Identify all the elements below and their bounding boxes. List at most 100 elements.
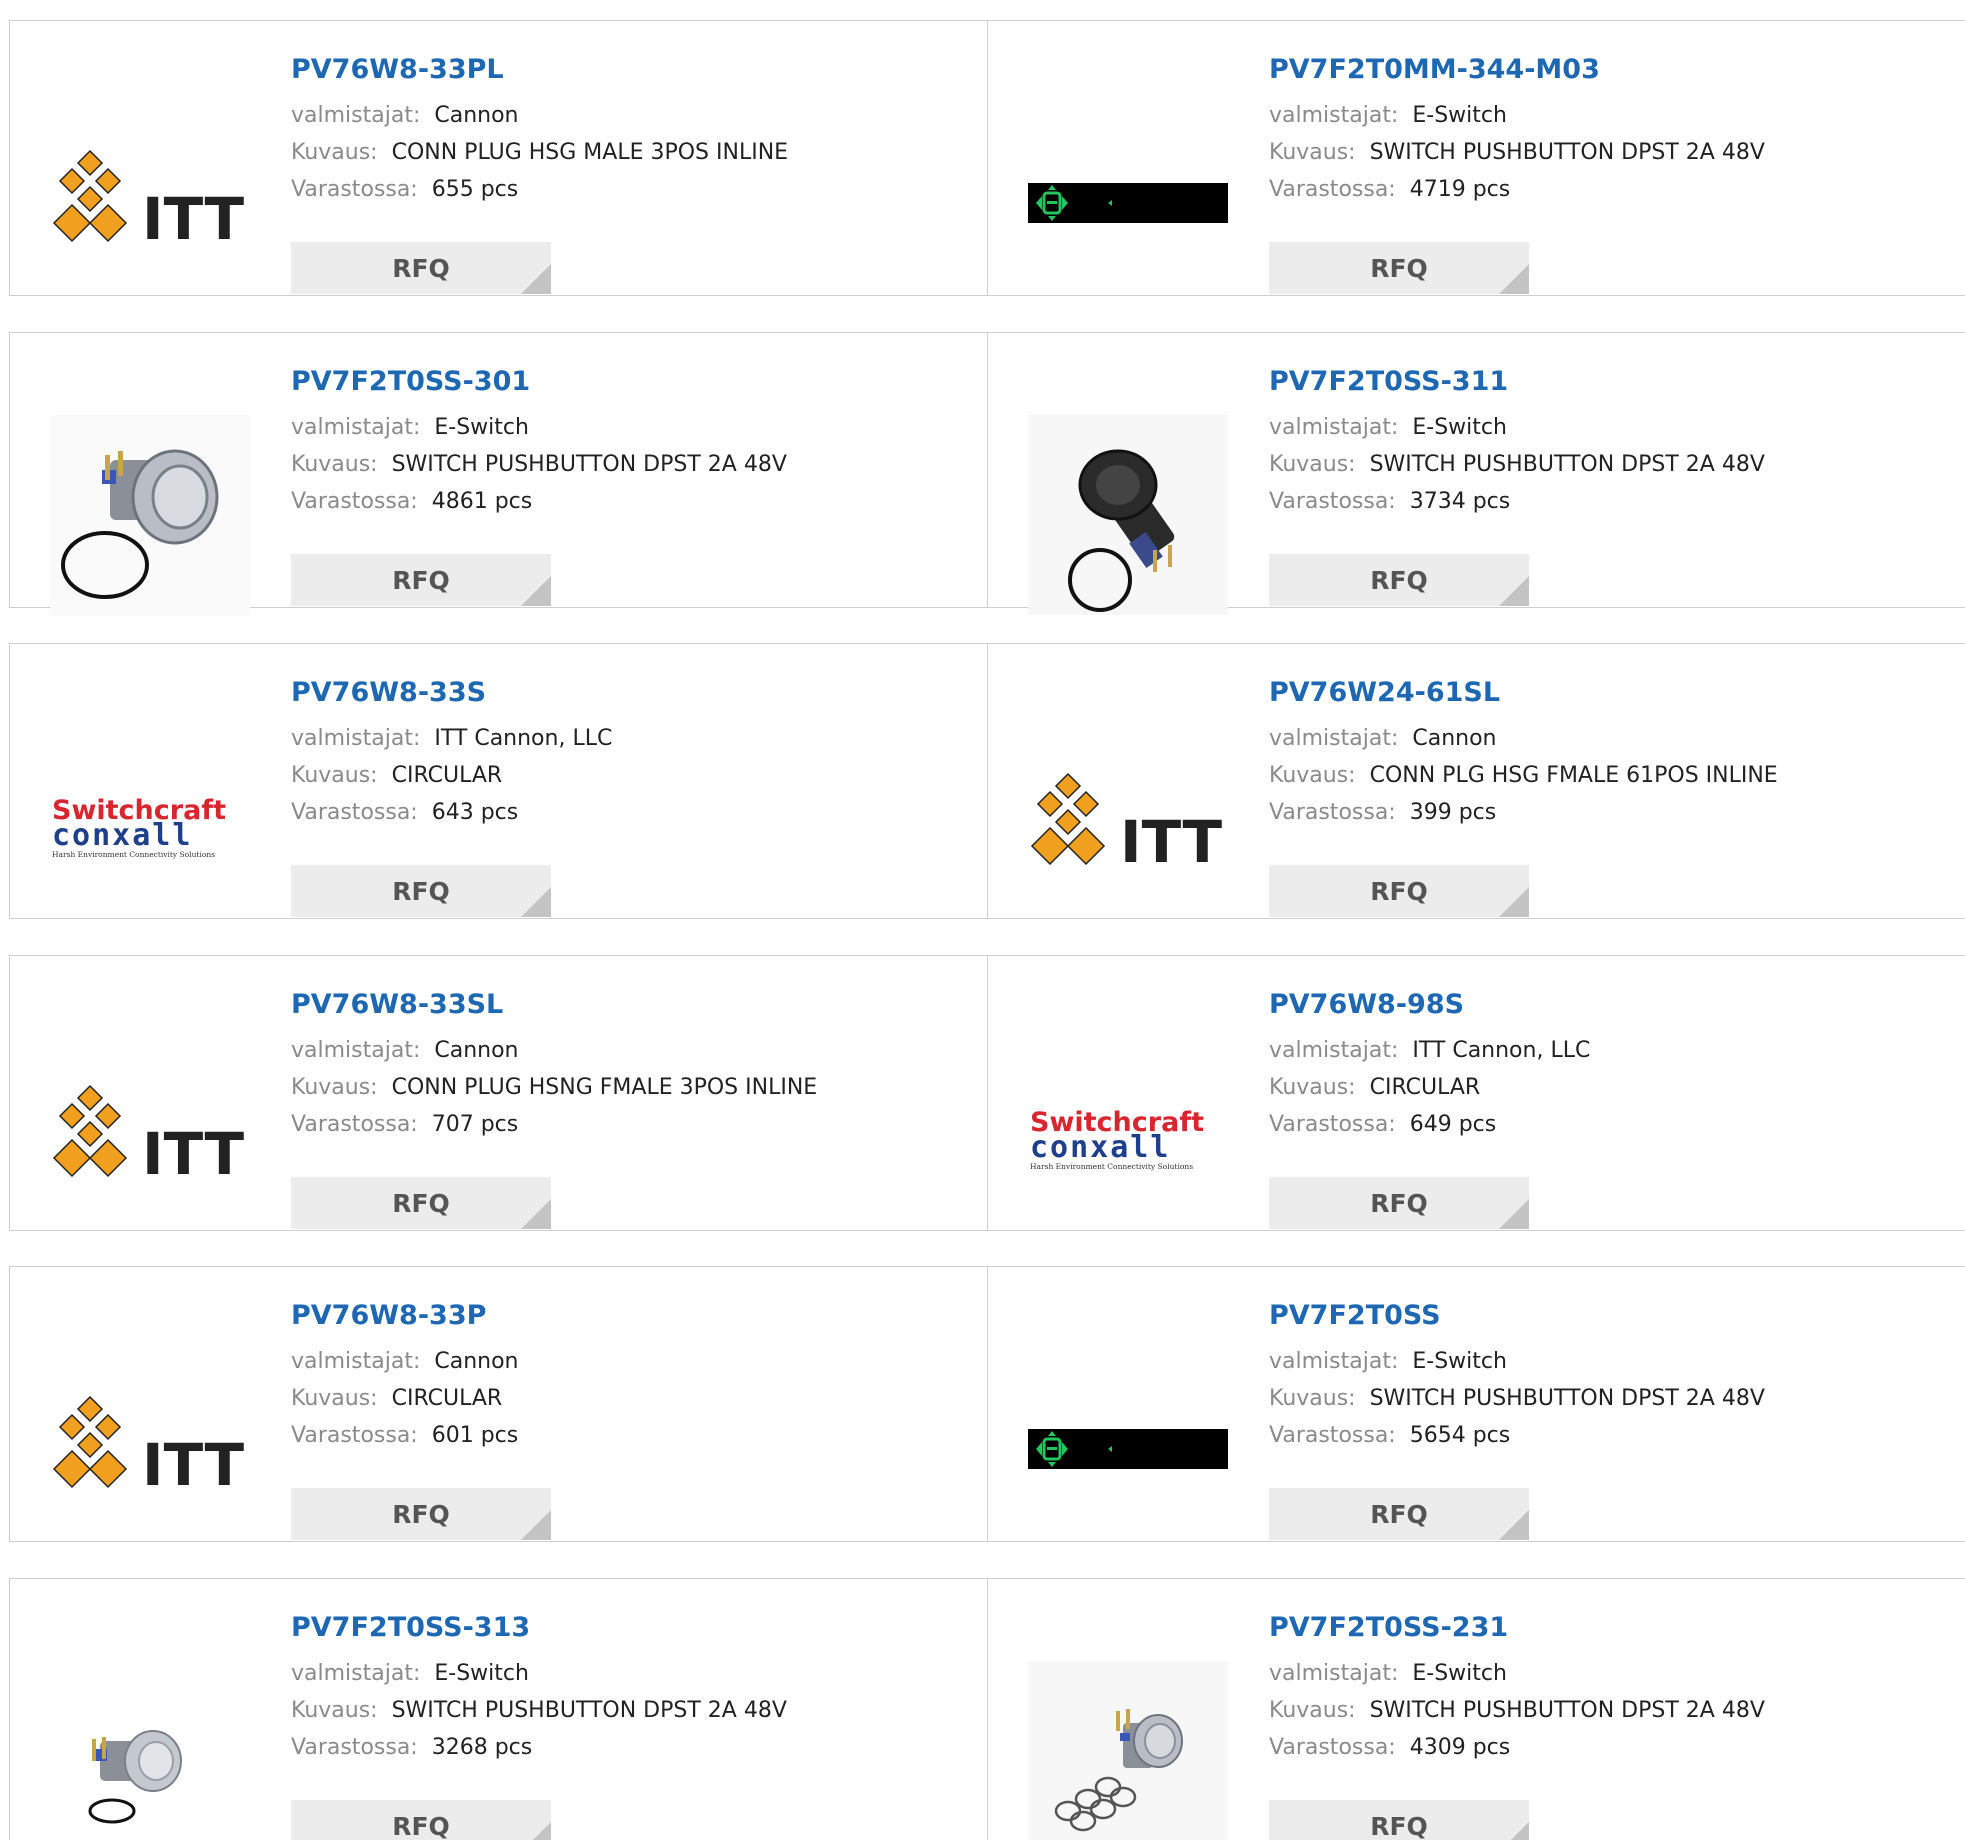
rfq-button[interactable]: RFQ — [1269, 1177, 1529, 1229]
description-value: SWITCH PUSHBUTTON DPST 2A 48V — [391, 452, 787, 477]
part-number-link[interactable]: PV7F2T0SS-311 — [1269, 365, 1956, 399]
stock-label: Varastossa: — [291, 1735, 418, 1760]
itt-logo-text: ITT — [142, 185, 244, 253]
product-info: PV7F2T0SS valmistajat: E-Switch Kuvaus: SW… — [1269, 1299, 1956, 1454]
manufacturer-row: valmistajat: E-Switch — [1269, 1343, 1956, 1380]
manufacturer-value: E-Switch — [1412, 1661, 1507, 1686]
product-card-10: PV7F2T0SS valmistajat: E-Switch Kuvaus: SW… — [988, 1266, 1965, 1542]
product-image[interactable]: ITT — [1028, 726, 1228, 926]
rfq-button[interactable]: RFQ — [1269, 554, 1529, 606]
part-number-link[interactable]: PV76W24-61SL — [1269, 676, 1956, 710]
eswitch-logo-icon — [1028, 1429, 1228, 1469]
conxall-text: conxall — [1030, 1130, 1170, 1165]
description-row: Kuvaus: CIRCULAR — [1269, 1069, 1956, 1106]
product-image[interactable]: Switchcraft conxall Harsh Environment Conn… — [1028, 1038, 1228, 1238]
product-image[interactable] — [1028, 415, 1228, 615]
pushbutton-silver-small-icon — [88, 1730, 182, 1824]
itt-logo-icon: ITT — [52, 1395, 244, 1499]
rfq-button[interactable]: RFQ — [291, 865, 551, 917]
rfq-label: RFQ — [392, 565, 450, 595]
manufacturer-value: E-Switch — [434, 415, 529, 440]
rfq-label: RFQ — [392, 1811, 450, 1840]
rfq-button[interactable]: RFQ — [291, 1800, 551, 1840]
corner-triangle-icon — [1499, 1822, 1529, 1840]
manufacturer-value: ITT Cannon, LLC — [1412, 1038, 1591, 1063]
manufacturer-value: E-Switch — [1412, 1349, 1507, 1374]
corner-triangle-icon — [1499, 1510, 1529, 1540]
product-image[interactable] — [1028, 1349, 1228, 1549]
part-number-link[interactable]: PV7F2T0SS-301 — [291, 365, 977, 399]
manufacturer-row: valmistajat: E-Switch — [291, 1655, 977, 1692]
conxall-tagline: Harsh Environment Connectivity Solutions — [1030, 1162, 1193, 1171]
part-number-link[interactable]: PV7F2T0MM-344-M03 — [1269, 53, 1956, 87]
description-label: Kuvaus: — [291, 1698, 378, 1723]
rfq-button[interactable]: RFQ — [291, 1177, 551, 1229]
manufacturer-row: valmistajat: E-Switch — [1269, 409, 1956, 446]
rfq-button[interactable]: RFQ — [1269, 865, 1529, 917]
switchcraft-conxall-logo-icon: SwitchcraftconxallHarsh Environment Conn… — [52, 795, 226, 859]
description-row: Kuvaus: SWITCH PUSHBUTTON DPST 2A 48V — [1269, 446, 1956, 483]
description-value: SWITCH PUSHBUTTON DPST 2A 48V — [1369, 1386, 1765, 1411]
part-number-link[interactable]: PV76W8-98S — [1269, 988, 1956, 1022]
rfq-button[interactable]: RFQ — [291, 242, 551, 294]
description-row: Kuvaus: CIRCULAR — [291, 1380, 977, 1417]
part-number-link[interactable]: PV76W8-33SL — [291, 988, 977, 1022]
part-number-link[interactable]: PV7F2T0SS-231 — [1269, 1611, 1956, 1645]
corner-triangle-icon — [521, 1822, 551, 1840]
manufacturer-label: valmistajat: — [1269, 726, 1399, 751]
rfq-label: RFQ — [1370, 876, 1428, 906]
manufacturer-row: valmistajat: Cannon — [291, 1343, 977, 1380]
rfq-button[interactable]: RFQ — [291, 554, 551, 606]
itt-logo-text: ITT — [142, 1431, 244, 1499]
conxall-tagline: Harsh Environment Connectivity Solutions — [52, 850, 215, 859]
product-image[interactable] — [1028, 1661, 1228, 1840]
manufacturer-value: Cannon — [434, 103, 519, 128]
description-label: Kuvaus: — [1269, 140, 1356, 165]
description-value: CONN PLUG HSG MALE 3POS INLINE — [391, 140, 789, 165]
manufacturer-label: valmistajat: — [291, 103, 421, 128]
stock-row: Varastossa: 4719 pcs — [1269, 171, 1956, 208]
description-label: Kuvaus: — [291, 452, 378, 477]
product-image[interactable]: ITT — [50, 103, 250, 303]
product-image[interactable]: ITT — [50, 1349, 250, 1549]
description-label: Kuvaus: — [1269, 1698, 1356, 1723]
description-label: Kuvaus: — [1269, 763, 1356, 788]
product-image[interactable]: Switchcraft conxall Harsh Environment Conn… — [50, 726, 250, 926]
stock-row: Varastossa: 707 pcs — [291, 1106, 977, 1143]
description-value: CIRCULAR — [1369, 1075, 1481, 1100]
manufacturer-value: E-Switch — [1412, 103, 1507, 128]
rfq-button[interactable]: RFQ — [1269, 1800, 1529, 1840]
rfq-label: RFQ — [1370, 1811, 1428, 1840]
rfq-button[interactable]: RFQ — [291, 1488, 551, 1540]
description-label: Kuvaus: — [1269, 452, 1356, 477]
part-number-link[interactable]: PV7F2T0SS-313 — [291, 1611, 977, 1645]
part-number-link[interactable]: PV76W8-33S — [291, 676, 977, 710]
stock-value: 5654 pcs — [1409, 1423, 1511, 1448]
stock-label: Varastossa: — [1269, 177, 1396, 202]
corner-triangle-icon — [521, 887, 551, 917]
product-image[interactable]: ITT — [50, 1038, 250, 1238]
product-image[interactable] — [1028, 103, 1228, 303]
rfq-button[interactable]: RFQ — [1269, 1488, 1529, 1540]
product-image[interactable] — [50, 1661, 250, 1840]
corner-triangle-icon — [1499, 264, 1529, 294]
description-label: Kuvaus: — [291, 1075, 378, 1100]
product-info: PV7F2T0SS-231 valmistajat: E-Switch Kuvau… — [1269, 1611, 1956, 1766]
description-row: Kuvaus: CONN PLUG HSNG FMALE 3POS INLINE — [291, 1069, 977, 1106]
pushbutton-black-icon — [1028, 415, 1228, 615]
stock-value: 707 pcs — [431, 1112, 519, 1137]
part-number-link[interactable]: PV76W8-33PL — [291, 53, 977, 87]
product-image[interactable] — [50, 415, 250, 615]
part-number-link[interactable]: PV7F2T0SS — [1269, 1299, 1956, 1333]
part-number-link[interactable]: PV76W8-33P — [291, 1299, 977, 1333]
product-info: PV76W8-33P valmistajat: Cannon Kuvaus: CIR… — [291, 1299, 977, 1454]
product-card-2: PV7F2T0MM-344-M03 valmistajat: E-Switch K… — [988, 20, 1965, 296]
product-info: PV76W8-33SL valmistajat: Cannon Kuvaus: CO… — [291, 988, 977, 1143]
rfq-label: RFQ — [392, 876, 450, 906]
itt-logo-icon: ITT — [52, 1084, 244, 1188]
stock-label: Varastossa: — [291, 800, 418, 825]
rfq-label: RFQ — [1370, 565, 1428, 595]
manufacturer-row: valmistajat: Cannon — [1269, 720, 1956, 757]
rfq-button[interactable]: RFQ — [1269, 242, 1529, 294]
manufacturer-label: valmistajat: — [1269, 1661, 1399, 1686]
